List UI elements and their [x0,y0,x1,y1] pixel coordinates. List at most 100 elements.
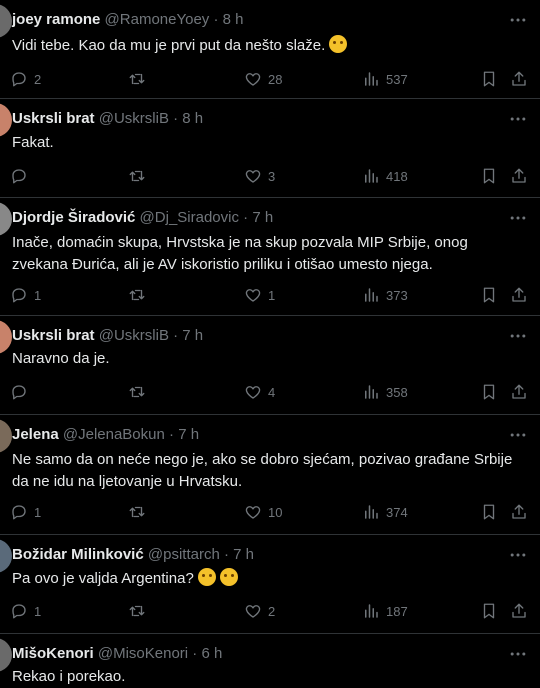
reply-button[interactable]: 2 [10,68,41,90]
tweet[interactable]: joey ramone @RamoneYoey · 8 h Vidi tebe.… [0,0,540,99]
author-name[interactable]: joey ramone [12,11,100,28]
more-horizontal-icon[interactable] [508,425,528,445]
tweet-header: Uskrsli brat @UskrsliB · 8 h [12,109,480,129]
tweet-actions: 1 10 374 [10,501,530,523]
separator-dot: · [173,327,179,344]
views-button[interactable]: 373 [362,284,408,306]
tweet[interactable]: Uskrsli brat @UskrsliB · 8 h Fakat. 3 41… [0,99,540,198]
like-button[interactable]: 28 [244,68,282,90]
tweet-actions: 3 418 [10,165,530,187]
share-button[interactable] [510,501,528,523]
avatar[interactable] [0,419,12,453]
tweet[interactable]: MišoKenori @MisoKenori · 6 h Rekao i por… [0,634,540,688]
more-horizontal-icon[interactable] [508,109,528,129]
like-button[interactable]: 10 [244,501,282,523]
bookmark-button[interactable] [480,381,498,403]
avatar[interactable] [0,4,12,38]
reply-button[interactable]: 1 [10,284,41,306]
retweet-button[interactable] [128,600,152,622]
views-button[interactable]: 187 [362,600,408,622]
more-horizontal-icon[interactable] [508,326,528,346]
retweet-button[interactable] [128,165,152,187]
author-handle[interactable]: @psittarch [148,546,220,563]
timestamp[interactable]: 7 h [182,327,203,344]
more-horizontal-icon[interactable] [508,10,528,30]
more-horizontal-icon[interactable] [508,208,528,228]
timestamp[interactable]: 6 h [201,645,222,662]
author-handle[interactable]: @Dj_Siradovic [140,209,239,226]
timestamp[interactable]: 7 h [233,546,254,563]
tweet-text: Inače, domaćin skupa, Hrvstska je na sku… [12,234,468,273]
views-button[interactable]: 374 [362,501,408,523]
bookmark-icon [483,71,495,87]
timestamp[interactable]: 7 h [252,209,273,226]
views-icon [365,604,378,618]
avatar[interactable] [0,320,12,354]
retweet-button[interactable] [128,284,152,306]
views-button[interactable]: 537 [362,68,408,90]
share-button[interactable] [510,284,528,306]
bookmark-button[interactable] [480,284,498,306]
retweet-button[interactable] [128,68,152,90]
tweet[interactable]: Uskrsli brat @UskrsliB · 7 h Naravno da … [0,316,540,415]
reply-icon [12,72,26,87]
like-count: 3 [268,168,276,184]
tweet-text-block: Naravno da je. [12,348,520,370]
share-button[interactable] [510,381,528,403]
author-name[interactable]: Djordje Širadović [12,209,135,226]
tweet-text: Rekao i porekao. [12,668,126,685]
like-button[interactable]: 4 [244,381,275,403]
author-name[interactable]: Uskrsli brat [12,110,95,127]
like-button[interactable]: 2 [244,600,275,622]
author-handle[interactable]: @RamoneYoey [105,11,210,28]
more-horizontal-icon[interactable] [508,545,528,565]
timestamp[interactable]: 8 h [182,110,203,127]
avatar[interactable] [0,638,12,672]
views-button[interactable]: 418 [362,165,408,187]
tweet[interactable]: Djordje Širadović @Dj_Siradovic · 7 h In… [0,198,540,316]
author-name[interactable]: MišoKenori [12,645,94,662]
bookmark-button[interactable] [480,68,498,90]
bookmark-button[interactable] [480,501,498,523]
author-handle[interactable]: @UskrsliB [99,110,169,127]
author-name[interactable]: Uskrsli brat [12,327,95,344]
bookmark-button[interactable] [480,600,498,622]
share-icon [512,71,526,86]
tweet-text: Vidi tebe. Kao da mu je prvi put da nešt… [12,37,326,54]
reply-button[interactable]: 1 [10,501,41,523]
timestamp[interactable]: 7 h [178,426,199,443]
reply-button[interactable]: 1 [10,600,41,622]
share-icon [512,287,526,302]
reply-button[interactable] [10,381,34,403]
tweet-text-block: Ne samo da on neće nego je, ako se dobro… [12,449,520,493]
author-name[interactable]: Božidar Milinković [12,546,144,563]
reply-icon [12,385,26,400]
tweet[interactable]: Jelena @JelenaBokun · 7 h Ne samo da on … [0,415,540,535]
bookmark-button[interactable] [480,165,498,187]
author-handle[interactable]: @UskrsliB [99,327,169,344]
author-handle[interactable]: @JelenaBokun [63,426,165,443]
views-count: 537 [386,71,408,87]
share-button[interactable] [510,68,528,90]
retweet-button[interactable] [128,501,152,523]
author-handle[interactable]: @MisoKenori [98,645,188,662]
tweet[interactable]: Božidar Milinković @psittarch · 7 h Pa o… [0,535,540,634]
avatar[interactable] [0,202,12,236]
share-button[interactable] [510,600,528,622]
timestamp[interactable]: 8 h [223,11,244,28]
separator-dot: · [192,645,198,662]
author-name[interactable]: Jelena [12,426,59,443]
like-button[interactable]: 3 [244,165,275,187]
avatar[interactable] [0,103,12,137]
retweet-button[interactable] [128,381,152,403]
retweet-icon [129,605,145,617]
share-button[interactable] [510,165,528,187]
reply-icon [12,288,26,303]
like-button[interactable]: 1 [244,284,275,306]
reply-button[interactable] [10,165,34,187]
views-button[interactable]: 358 [362,381,408,403]
avatar[interactable] [0,539,12,573]
bookmark-icon [483,384,495,400]
views-icon [365,385,378,399]
more-horizontal-icon[interactable] [508,644,528,664]
